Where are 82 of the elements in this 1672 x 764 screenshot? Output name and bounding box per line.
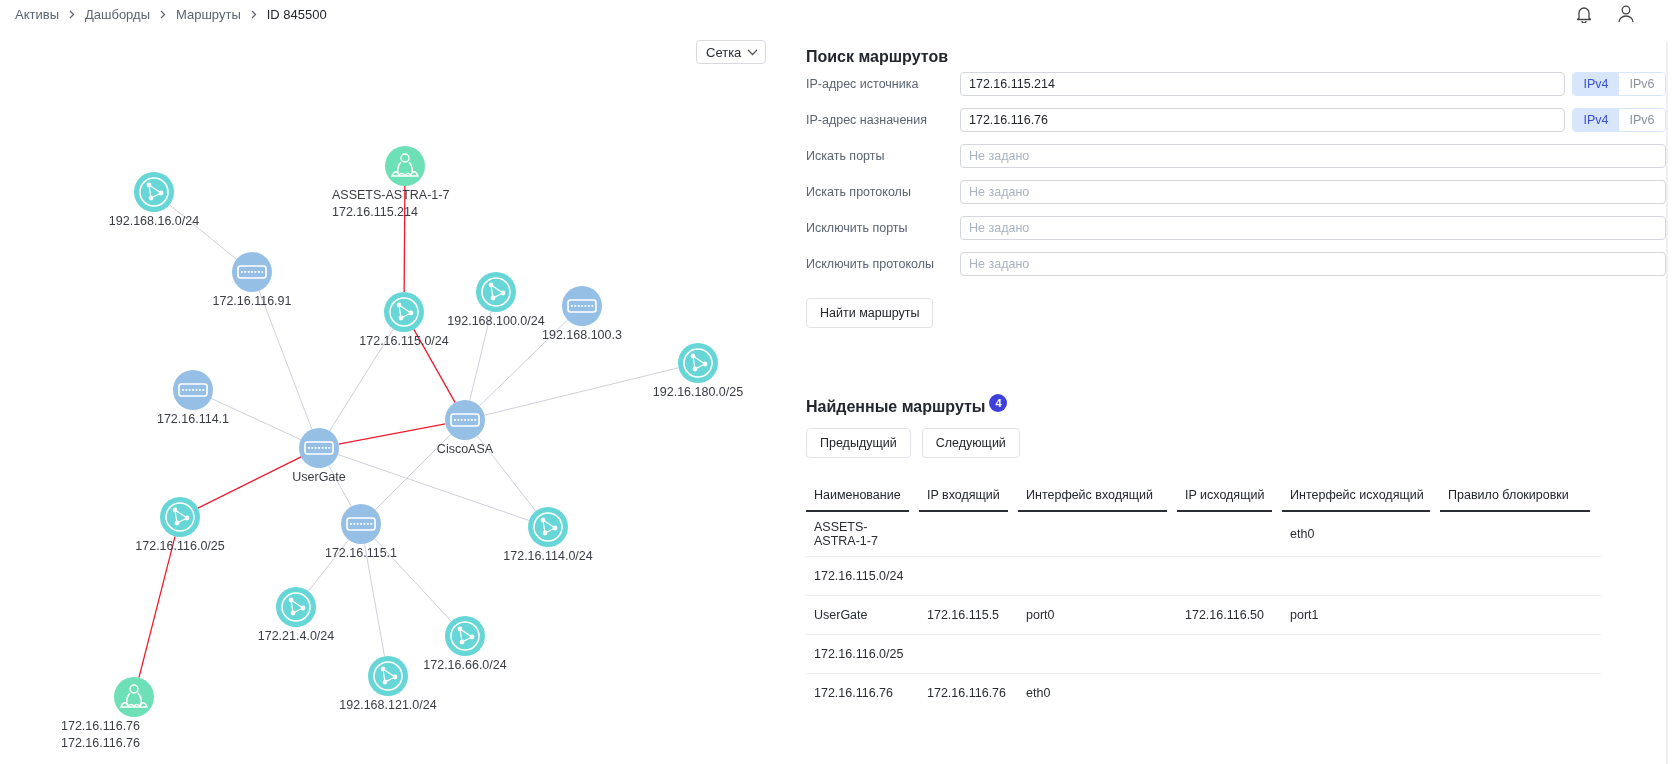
ip-version-toggle[interactable]: IPv4 IPv6 xyxy=(1572,108,1666,132)
section-title: Найденные маршруты xyxy=(806,398,986,416)
switch-node-icon[interactable] xyxy=(562,286,602,326)
table-cell-text: 172.16.115.0/24 xyxy=(813,568,905,585)
switch-node-icon[interactable] xyxy=(232,252,272,292)
node-label: 172.16.116.91 xyxy=(212,294,292,308)
triangle-node-icon[interactable] xyxy=(134,172,174,212)
table-cell-text: 172.16.115.5 xyxy=(926,607,1001,624)
user-icon[interactable] xyxy=(1618,5,1634,23)
count-badge: 4 xyxy=(989,394,1008,412)
triangle-node-icon[interactable] xyxy=(445,616,485,656)
node-label: 172.16.116.76 xyxy=(61,719,140,733)
table-cell-text: 172.16.116.76 xyxy=(813,685,894,702)
field-label: IP-адрес источника xyxy=(806,77,920,91)
input-field[interactable]: Не задано xyxy=(960,216,1666,240)
node-label: 192.168.16.0/24 xyxy=(108,214,200,228)
switch-node-icon[interactable] xyxy=(173,370,213,410)
layout-dropdown[interactable]: Сетка xyxy=(696,40,767,64)
node-label: 172.16.116.76 xyxy=(61,736,140,750)
input-field[interactable]: 172.16.116.76 xyxy=(960,108,1565,132)
table-cell-text: UserGate xyxy=(813,607,869,624)
column-header: Наименование xyxy=(806,480,909,512)
pager-button[interactable]: Следующий xyxy=(921,428,1020,458)
chevron-right-icon xyxy=(69,9,75,19)
triangle-node-icon[interactable] xyxy=(368,656,408,696)
node-label: 192.168.121.0/24 xyxy=(339,698,437,712)
breadcrumb-link[interactable]: Дашборды xyxy=(85,6,150,22)
triangle-node-icon[interactable] xyxy=(384,292,424,332)
table-cell-text: port1 xyxy=(1289,607,1320,624)
triangle-node-icon[interactable] xyxy=(160,497,200,537)
table-cell-text: eth0 xyxy=(1289,526,1316,543)
column-header: IP исходящий xyxy=(1177,480,1272,512)
column-header: Правило блокировки xyxy=(1440,480,1590,512)
section-title: Поиск маршрутов xyxy=(806,48,949,66)
node-label: CiscoASA xyxy=(436,442,494,456)
chevron-right-icon xyxy=(160,9,166,19)
triangle-node-icon[interactable] xyxy=(276,587,316,627)
table-cell-text: 172.16.116.50 xyxy=(1184,607,1265,624)
penguin-node-icon[interactable] xyxy=(385,146,425,186)
table-cell-text: port0 xyxy=(1025,607,1056,624)
field-label: Исключить порты xyxy=(806,221,909,235)
column-header: Интерфейс входящий xyxy=(1018,480,1167,512)
bell-icon[interactable] xyxy=(1576,5,1592,23)
input-field[interactable]: Не задано xyxy=(960,144,1666,168)
chevron-right-icon xyxy=(250,9,257,19)
switch-node-icon[interactable] xyxy=(299,428,339,468)
input-field[interactable]: Не задано xyxy=(960,180,1666,204)
penguin-node-icon[interactable] xyxy=(114,677,154,717)
field-label: Исключить протоколы xyxy=(806,257,935,271)
breadcrumb-link[interactable]: Активы xyxy=(15,6,59,22)
node-label: 172.16.115.1 xyxy=(324,546,398,560)
node-label: 172.16.114.0/24 xyxy=(503,549,593,563)
node-label: 172.21.4.0/24 xyxy=(257,629,335,643)
field-label: Искать протоколы xyxy=(806,185,912,199)
ip-version-option[interactable]: IPv4 xyxy=(1573,109,1619,131)
find-routes-button[interactable]: Найти маршруты xyxy=(806,298,934,328)
breadcrumb-link[interactable]: Маршруты xyxy=(176,6,241,22)
node-label: 192.168.100.0/24 xyxy=(447,314,545,328)
input-field[interactable]: Не задано xyxy=(960,252,1666,276)
table-cell-text: 172.16.116.76 xyxy=(926,685,1007,702)
node-label: 172.16.114.1 xyxy=(156,412,230,426)
node-label: UserGate xyxy=(292,470,346,484)
field-label: Искать порты xyxy=(806,149,886,163)
pager-button[interactable]: Предыдущий xyxy=(806,428,911,458)
ip-version-option[interactable]: IPv4 xyxy=(1573,73,1619,95)
triangle-node-icon[interactable] xyxy=(476,272,516,312)
field-label: IP-адрес назначения xyxy=(806,113,928,127)
table-cell-text: ASSETS-ASTRA-1-7 xyxy=(813,519,879,550)
triangle-node-icon[interactable] xyxy=(528,507,568,547)
switch-node-icon[interactable] xyxy=(341,504,381,544)
table-cell-text: eth0 xyxy=(1025,685,1052,702)
node-label: 192.16.180.0/25 xyxy=(652,385,744,399)
triangle-node-icon[interactable] xyxy=(678,343,718,383)
switch-node-icon[interactable] xyxy=(445,400,485,440)
input-field[interactable]: 172.16.115.214 xyxy=(960,72,1565,96)
column-header: IP входящий xyxy=(919,480,1008,512)
node-label: 172.16.66.0/24 xyxy=(423,658,507,672)
ip-version-toggle[interactable]: IPv4 IPv6 xyxy=(1572,72,1666,96)
node-label: 192.168.100.3 xyxy=(542,328,622,342)
chevron-down-icon xyxy=(747,48,759,56)
table-cell-text: 172.16.116.0/25 xyxy=(813,646,905,663)
column-header: Интерфейс исходящий xyxy=(1282,480,1430,512)
